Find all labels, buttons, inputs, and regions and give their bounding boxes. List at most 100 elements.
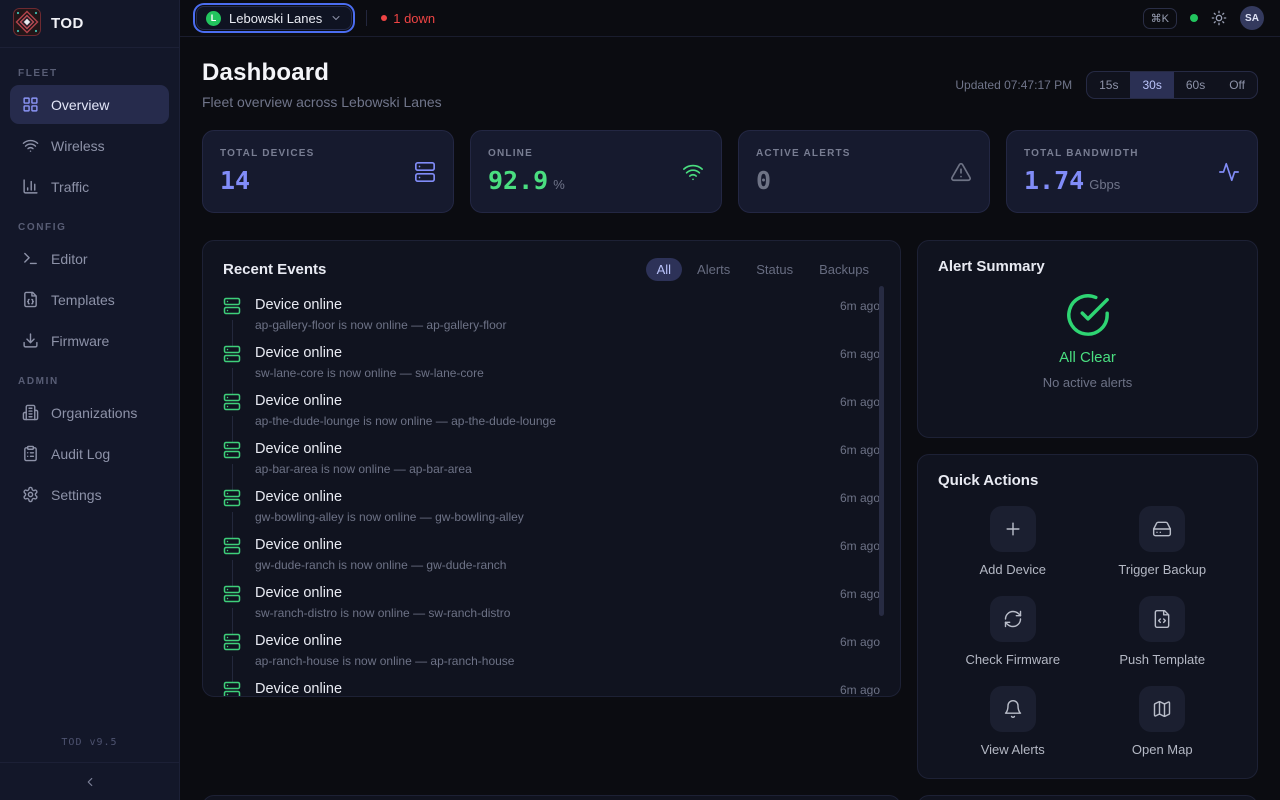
- server-icon: [223, 297, 241, 315]
- stat-card-online: ONLINE 92.9%: [470, 130, 722, 213]
- interval-30s-button[interactable]: 30s: [1130, 72, 1173, 98]
- stat-unit: %: [553, 177, 565, 192]
- server-icon: [223, 585, 241, 603]
- trigger-backup-button[interactable]: Trigger Backup: [1088, 506, 1238, 577]
- server-icon: [223, 633, 241, 651]
- file-code-icon: [1152, 609, 1172, 629]
- interval-15s-button[interactable]: 15s: [1087, 72, 1130, 98]
- events-scrollbar-thumb[interactable]: [879, 286, 884, 616]
- tab-alerts[interactable]: Alerts: [686, 258, 741, 281]
- alert-summary-body: All Clear No active alerts: [938, 292, 1237, 390]
- interval-60s-button[interactable]: 60s: [1174, 72, 1217, 98]
- quick-actions-grid: Add Device Trigger Backup Check Firmware: [938, 506, 1237, 757]
- check-firmware-button[interactable]: Check Firmware: [938, 596, 1088, 667]
- download-icon: [22, 332, 39, 349]
- gear-icon: [22, 486, 39, 503]
- sidebar-item-firmware[interactable]: Firmware: [10, 321, 169, 360]
- sidebar-header: TOD: [0, 0, 179, 48]
- sidebar-item-templates[interactable]: Templates: [10, 280, 169, 319]
- push-template-button[interactable]: Push Template: [1088, 596, 1238, 667]
- org-selector[interactable]: L Lebowski Lanes: [196, 6, 352, 30]
- hard-drive-icon: [1152, 519, 1172, 539]
- chevron-down-icon: [330, 12, 342, 24]
- event-row[interactable]: Device onlinegw-dude-ranch is now online…: [223, 533, 880, 581]
- recent-events-title: Recent Events: [223, 261, 326, 278]
- stat-label: TOTAL BANDWIDTH: [1024, 148, 1139, 159]
- stat-label: ACTIVE ALERTS: [756, 148, 851, 159]
- clipboard-icon: [22, 445, 39, 462]
- refresh-icon: [1003, 609, 1023, 629]
- event-row[interactable]: Device onlineap-gallery-floor is now onl…: [223, 293, 880, 341]
- server-icon: [223, 441, 241, 459]
- page-subtitle: Fleet overview across Lebowski Lanes: [202, 94, 442, 110]
- app-root: TOD FLEET Overview Wireless Traffic CONF…: [0, 0, 1280, 800]
- stat-label: ONLINE: [488, 148, 565, 159]
- stat-card-total-devices: TOTAL DEVICES 14: [202, 130, 454, 213]
- alert-detail-text: No active alerts: [1043, 375, 1133, 390]
- view-alerts-button[interactable]: View Alerts: [938, 686, 1088, 757]
- tab-all[interactable]: All: [646, 258, 682, 281]
- updated-timestamp: Updated 07:47:17 PM: [955, 78, 1072, 92]
- sidebar-item-traffic[interactable]: Traffic: [10, 167, 169, 206]
- server-icon: [223, 489, 241, 507]
- add-device-button[interactable]: Add Device: [938, 506, 1088, 577]
- command-palette-shortcut[interactable]: ⌘K: [1143, 8, 1177, 29]
- sidebar-item-editor[interactable]: Editor: [10, 239, 169, 278]
- tab-backups[interactable]: Backups: [808, 258, 880, 281]
- brand-name: TOD: [51, 15, 84, 32]
- stat-cards: TOTAL DEVICES 14 ONLINE 92.9% ACTIVE ALE…: [202, 130, 1258, 213]
- event-row[interactable]: Device online 6m ago: [223, 677, 880, 697]
- alert-summary-panel: Alert Summary All Clear No active alerts: [917, 240, 1258, 438]
- sidebar: TOD FLEET Overview Wireless Traffic CONF…: [0, 0, 180, 800]
- down-status: 1 down: [381, 11, 435, 26]
- clipped-panel-left: [202, 795, 901, 800]
- open-map-button[interactable]: Open Map: [1088, 686, 1238, 757]
- quick-actions-panel: Quick Actions Add Device Trigger Backup: [917, 454, 1258, 779]
- server-icon: [223, 393, 241, 411]
- plus-icon: [1003, 519, 1023, 539]
- event-row[interactable]: Device onlinesw-ranch-distro is now onli…: [223, 581, 880, 629]
- right-column: Alert Summary All Clear No active alerts…: [917, 240, 1258, 779]
- connection-status-dot: [1190, 14, 1198, 22]
- layout-grid-icon: [22, 96, 39, 113]
- stat-unit: Gbps: [1089, 177, 1120, 192]
- user-avatar[interactable]: SA: [1240, 6, 1264, 30]
- server-icon: [223, 537, 241, 555]
- down-status-dot: [381, 15, 387, 21]
- interval-off-button[interactable]: Off: [1217, 72, 1257, 98]
- sidebar-item-overview[interactable]: Overview: [10, 85, 169, 124]
- event-row[interactable]: Device onlineap-the-dude-lounge is now o…: [223, 389, 880, 437]
- stat-value: 1.74: [1024, 166, 1084, 195]
- file-icon: [22, 291, 39, 308]
- app-logo-icon: [13, 8, 41, 39]
- event-row[interactable]: Device onlineap-ranch-house is now onlin…: [223, 629, 880, 677]
- sidebar-collapse-button[interactable]: [0, 762, 179, 800]
- sidebar-footer: TOD v9.5: [0, 725, 179, 800]
- sidebar-nav: FLEET Overview Wireless Traffic CONFIG E…: [0, 48, 179, 520]
- app-version: TOD v9.5: [0, 725, 179, 762]
- tab-status[interactable]: Status: [745, 258, 804, 281]
- bell-icon: [1003, 699, 1023, 719]
- event-row[interactable]: Device onlinegw-bowling-alley is now onl…: [223, 485, 880, 533]
- sun-icon: [1211, 10, 1227, 26]
- alert-triangle-icon: [950, 161, 972, 183]
- down-status-label: 1 down: [393, 11, 435, 26]
- stat-card-total-bandwidth: TOTAL BANDWIDTH 1.74 Gbps: [1006, 130, 1258, 213]
- server-icon: [414, 161, 436, 183]
- refresh-interval-segmented: 15s 30s 60s Off: [1086, 71, 1258, 99]
- page-header: Dashboard Fleet overview across Lebowski…: [202, 59, 1258, 110]
- page-content: Dashboard Fleet overview across Lebowski…: [180, 37, 1280, 800]
- refresh-controls: Updated 07:47:17 PM 15s 30s 60s Off: [955, 71, 1258, 99]
- topbar: L Lebowski Lanes 1 down ⌘K SA: [180, 0, 1280, 37]
- sidebar-item-audit-log[interactable]: Audit Log: [10, 434, 169, 473]
- event-row[interactable]: Device onlineap-bar-area is now online —…: [223, 437, 880, 485]
- wifi-icon: [22, 137, 39, 154]
- sidebar-item-organizations[interactable]: Organizations: [10, 393, 169, 432]
- theme-toggle-button[interactable]: [1211, 10, 1227, 26]
- stat-card-active-alerts: ACTIVE ALERTS 0: [738, 130, 990, 213]
- sidebar-item-settings[interactable]: Settings: [10, 475, 169, 514]
- event-row[interactable]: Device onlinesw-lane-core is now online …: [223, 341, 880, 389]
- sidebar-item-wireless[interactable]: Wireless: [10, 126, 169, 165]
- server-icon: [223, 345, 241, 363]
- main-area: L Lebowski Lanes 1 down ⌘K SA Da: [180, 0, 1280, 800]
